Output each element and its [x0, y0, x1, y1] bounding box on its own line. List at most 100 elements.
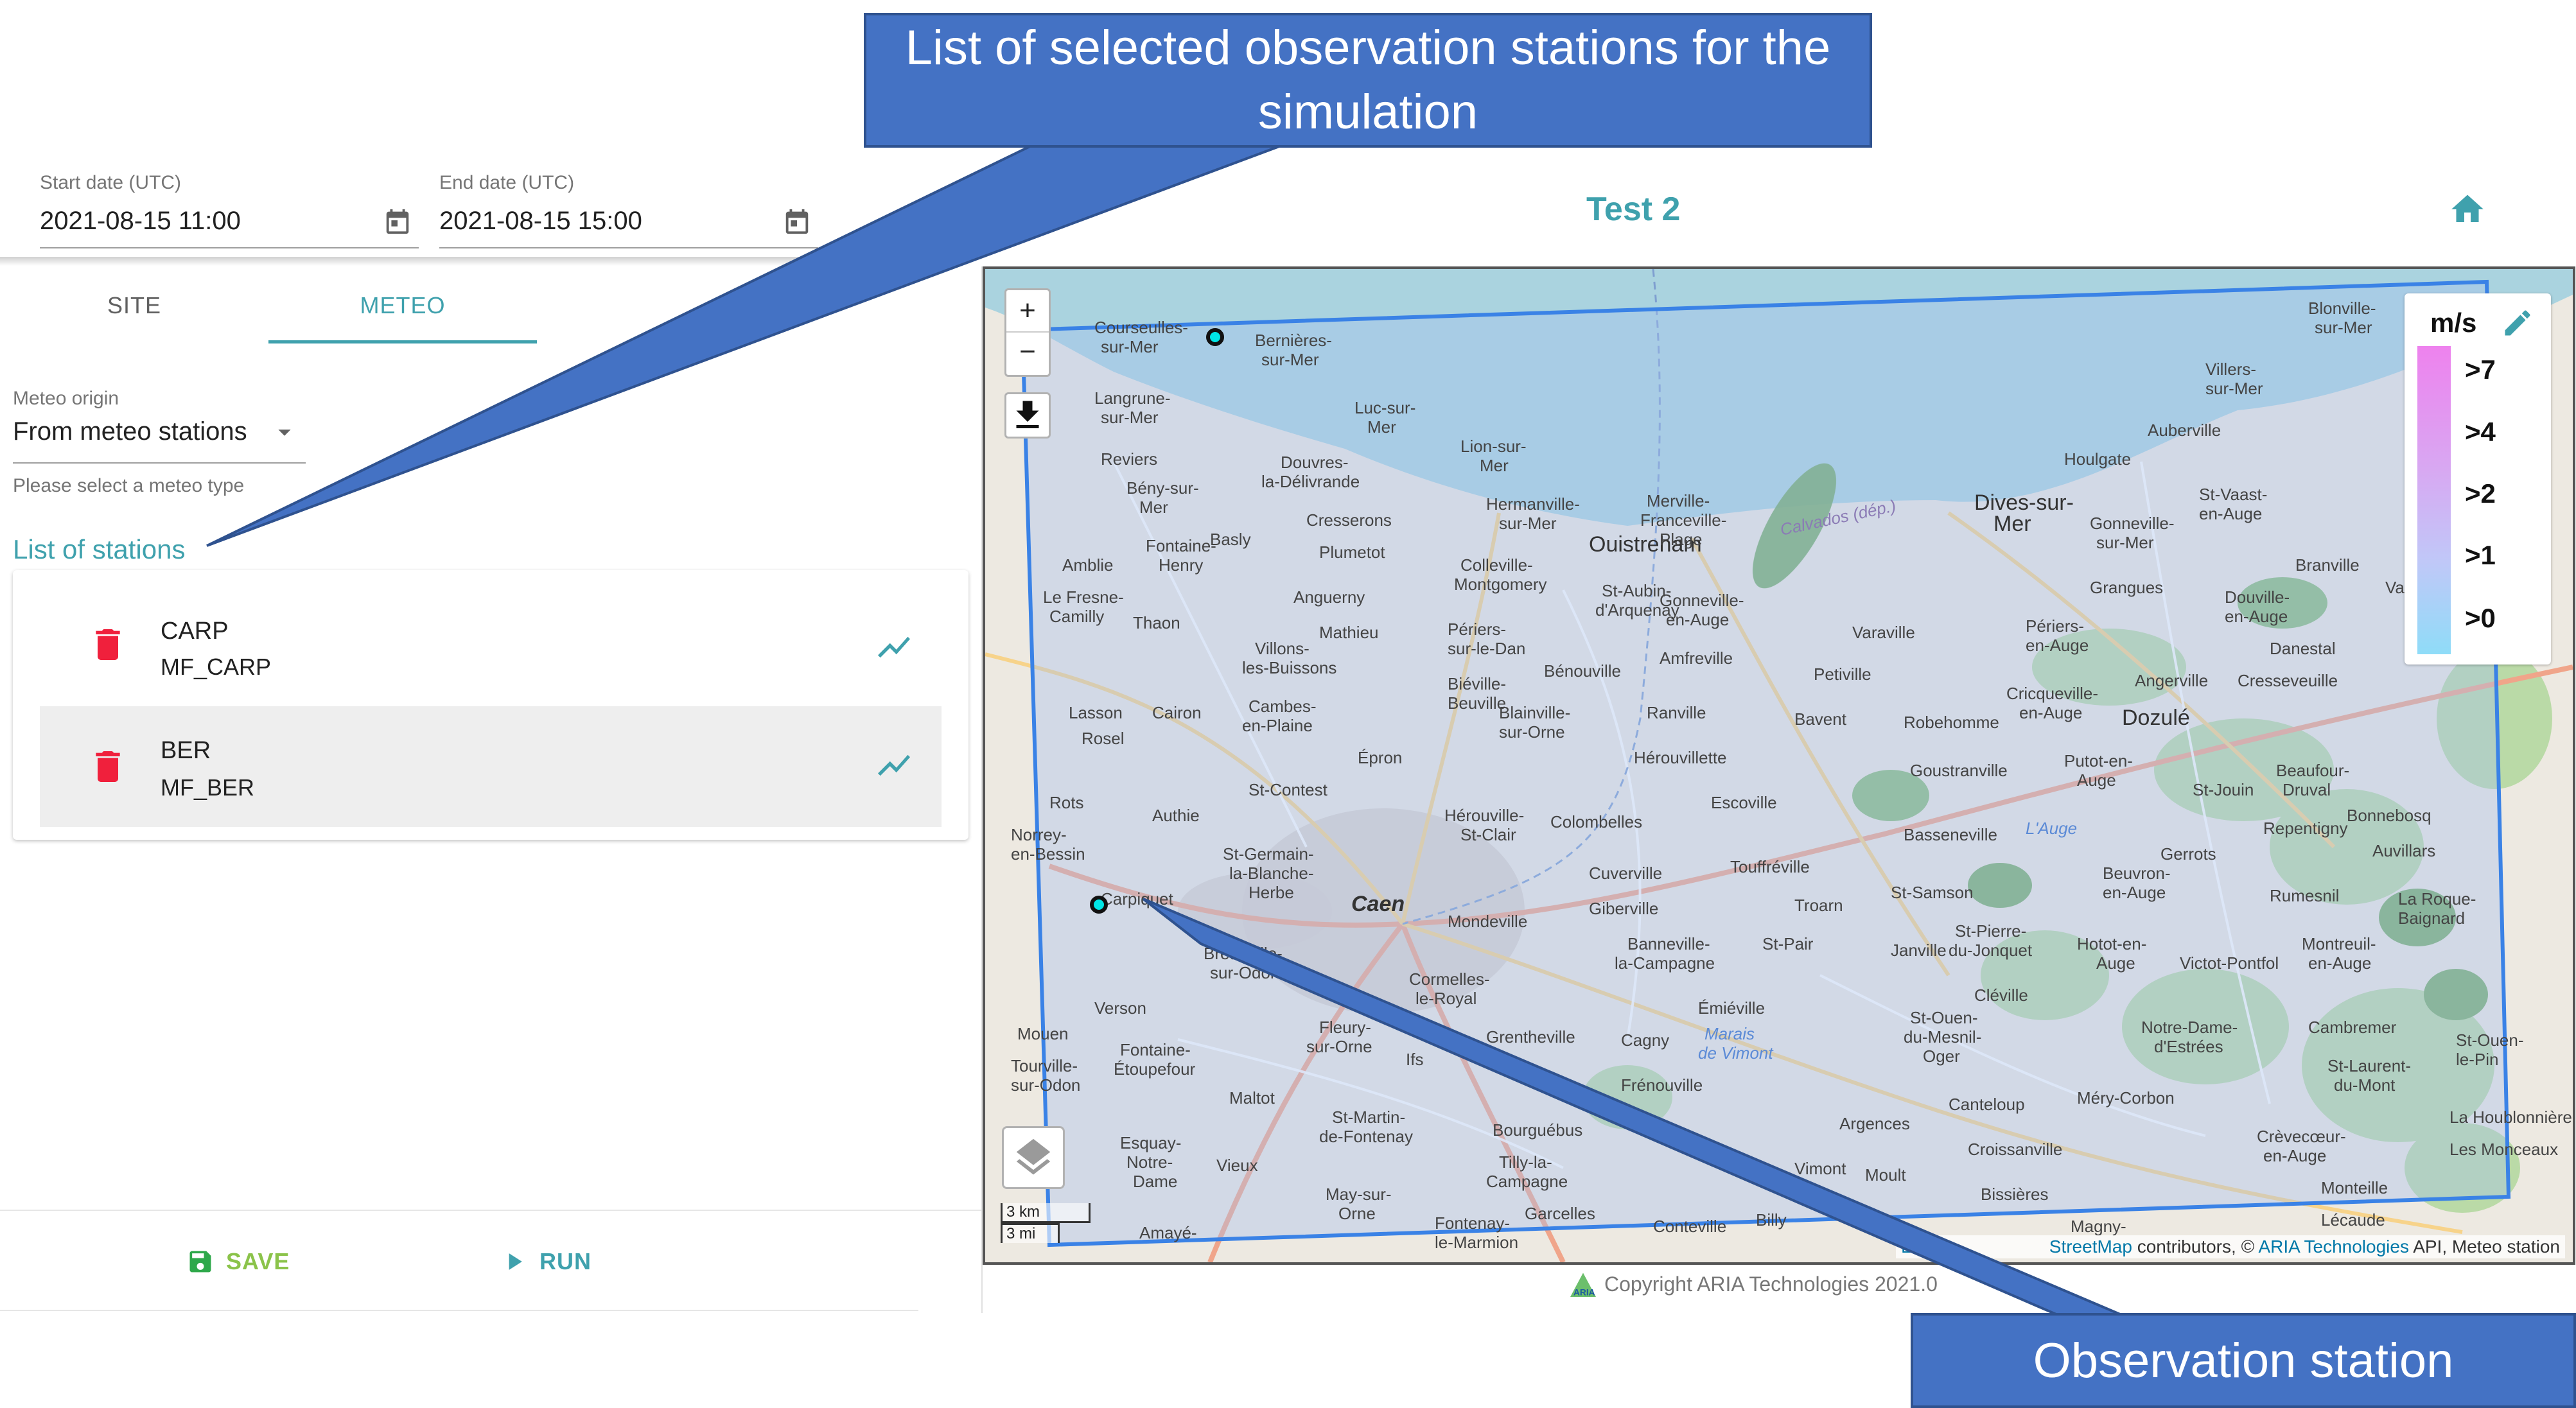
- svg-text:Lion-sur-: Lion-sur-: [1460, 437, 1527, 456]
- station-marker[interactable]: [1090, 896, 1108, 914]
- scale-mi: 3 mi: [1001, 1223, 1060, 1243]
- station-row[interactable]: BER MF_BER: [40, 706, 942, 827]
- svg-text:sur-Mer: sur-Mer: [2315, 318, 2372, 337]
- svg-text:St-Ouen-: St-Ouen-: [1910, 1008, 1978, 1027]
- svg-text:sur-le-Dan: sur-le-Dan: [1448, 639, 1525, 658]
- svg-text:Authie: Authie: [1152, 806, 1200, 825]
- svg-text:Verson: Verson: [1094, 998, 1146, 1018]
- svg-text:Repentigny: Repentigny: [2263, 819, 2348, 838]
- svg-text:la-Blanche-: la-Blanche-: [1229, 864, 1314, 883]
- svg-text:Mondeville: Mondeville: [1448, 912, 1527, 931]
- attribution-osm-link[interactable]: StreetMap: [2049, 1237, 2132, 1256]
- svg-text:Orne: Orne: [1338, 1204, 1376, 1223]
- trending-chart-icon[interactable]: [875, 746, 913, 785]
- station-id: MF_BER: [161, 774, 255, 801]
- trending-chart-icon[interactable]: [875, 628, 913, 666]
- svg-text:St-Contest: St-Contest: [1249, 780, 1328, 799]
- meteo-origin-select[interactable]: From meteo stations: [13, 417, 306, 464]
- station-marker[interactable]: [1206, 328, 1224, 346]
- svg-text:Bourguébus: Bourguébus: [1493, 1120, 1582, 1140]
- start-date-input[interactable]: 2021-08-15 11:00: [40, 207, 241, 236]
- svg-text:Rosel: Rosel: [1082, 729, 1124, 748]
- svg-text:sur-Mer: sur-Mer: [1101, 337, 1159, 356]
- tab-meteo[interactable]: METEO: [268, 292, 537, 319]
- trash-icon[interactable]: [87, 743, 128, 790]
- end-date-underline: [439, 247, 818, 248]
- svg-text:Vieux: Vieux: [1216, 1156, 1258, 1175]
- svg-text:Douvres-: Douvres-: [1281, 453, 1348, 472]
- layers-button[interactable]: [1002, 1126, 1065, 1189]
- svg-text:Campagne: Campagne: [1486, 1172, 1568, 1191]
- svg-text:Mouen: Mouen: [1017, 1024, 1069, 1043]
- svg-text:Croissanville: Croissanville: [1968, 1140, 2062, 1159]
- svg-text:Bénouville: Bénouville: [1544, 661, 1621, 681]
- svg-text:Oger: Oger: [1923, 1047, 1960, 1066]
- tab-site[interactable]: SITE: [0, 292, 268, 319]
- svg-text:Henry: Henry: [1159, 555, 1203, 575]
- svg-text:Tilly-la-: Tilly-la-: [1499, 1152, 1552, 1172]
- svg-text:Cuverville: Cuverville: [1589, 864, 1662, 883]
- calendar-icon[interactable]: [383, 205, 412, 238]
- trash-icon[interactable]: [87, 621, 128, 668]
- svg-text:Notre-: Notre-: [1126, 1152, 1173, 1172]
- calendar-icon[interactable]: [782, 205, 812, 238]
- svg-text:Billy: Billy: [1756, 1210, 1787, 1230]
- svg-text:Grangues: Grangues: [2090, 578, 2163, 597]
- svg-text:Épron: Épron: [1358, 748, 1402, 767]
- svg-text:Escoville: Escoville: [1711, 793, 1777, 812]
- svg-text:Argences: Argences: [1839, 1114, 1910, 1133]
- edit-icon[interactable]: [2501, 306, 2534, 340]
- svg-text:Lasson: Lasson: [1069, 703, 1123, 722]
- svg-text:Frénouville: Frénouville: [1621, 1075, 1703, 1095]
- svg-text:Amfreville: Amfreville: [1660, 648, 1733, 668]
- attribution-leaflet-link[interactable]: Leafl: [1901, 1237, 1940, 1256]
- download-button[interactable]: [1004, 392, 1051, 439]
- svg-text:Gonneville-: Gonneville-: [2090, 514, 2175, 533]
- svg-text:Norrey-: Norrey-: [1011, 825, 1067, 844]
- run-button[interactable]: RUN: [500, 1242, 628, 1281]
- svg-text:Touffréville: Touffréville: [1730, 857, 1810, 876]
- meteo-origin-label: Meteo origin: [13, 388, 119, 409]
- wind-legend: m/s >7 >4 >2 >1 >0: [2405, 293, 2551, 665]
- svg-text:Émiéville: Émiéville: [1698, 998, 1765, 1018]
- map-container[interactable]: Courseulles- sur-Mer Luc-sur- Mer Lion-s…: [983, 266, 2575, 1265]
- footer-divider: [0, 1210, 983, 1211]
- svg-text:la-Campagne: la-Campagne: [1615, 953, 1715, 973]
- home-icon[interactable]: [2448, 190, 2487, 229]
- svg-text:Cresseveuille: Cresseveuille: [2238, 671, 2338, 690]
- svg-text:St-Vaast-: St-Vaast-: [2199, 485, 2267, 504]
- svg-text:Mer: Mer: [1139, 498, 1168, 517]
- svg-text:St-Ouen-: St-Ouen-: [2456, 1030, 2524, 1050]
- svg-text:Thaon: Thaon: [1133, 613, 1180, 632]
- svg-text:d'Arquenay: d'Arquenay: [1595, 600, 1679, 620]
- svg-text:Mer: Mer: [1367, 417, 1396, 437]
- copyright-text: Copyright ARIA Technologies 2021.0: [1604, 1272, 1938, 1296]
- svg-text:Colombelles: Colombelles: [1550, 812, 1642, 831]
- zoom-in-button[interactable]: +: [1006, 290, 1049, 333]
- save-button[interactable]: SAVE: [186, 1242, 347, 1281]
- svg-text:Périers-: Périers-: [2026, 616, 2084, 636]
- svg-text:la-Délivrande: la-Délivrande: [1261, 472, 1360, 491]
- legend-label: >4: [2465, 417, 2496, 447]
- svg-text:Cambremer: Cambremer: [2308, 1018, 2397, 1037]
- end-date-input[interactable]: 2021-08-15 15:00: [439, 207, 642, 236]
- svg-text:de Vimont: de Vimont: [1698, 1043, 1774, 1063]
- svg-text:en-Auge: en-Auge: [2308, 953, 2371, 973]
- station-row[interactable]: CARP MF_CARP: [40, 589, 942, 705]
- svg-text:St-Jouin: St-Jouin: [2193, 780, 2254, 799]
- zoom-out-button[interactable]: −: [1006, 333, 1049, 374]
- svg-text:Villers-: Villers-: [2205, 360, 2256, 379]
- bottom-annotation-callout: Observation station: [1911, 1313, 2576, 1408]
- svg-text:Hermanville-: Hermanville-: [1486, 494, 1580, 514]
- attribution-aria-link[interactable]: ARIA Technologies: [2258, 1237, 2409, 1256]
- svg-text:Gerrots: Gerrots: [2160, 844, 2216, 864]
- svg-text:Hérouville-: Hérouville-: [1444, 806, 1524, 825]
- place-label: Courseulles-: [1094, 318, 1188, 337]
- svg-text:Mer: Mer: [1480, 456, 1509, 475]
- map-attribution: Leafl StreetMap contributors, © ARIA Tech…: [1896, 1235, 2565, 1258]
- svg-text:Druval: Druval: [2282, 780, 2331, 799]
- svg-text:Biéville-: Biéville-: [1448, 674, 1506, 693]
- start-date-underline: [40, 247, 419, 248]
- svg-text:Ifs: Ifs: [1406, 1050, 1423, 1069]
- station-id: MF_CARP: [161, 654, 272, 680]
